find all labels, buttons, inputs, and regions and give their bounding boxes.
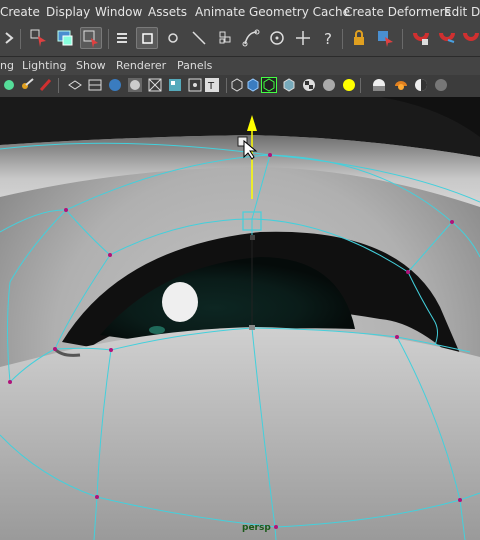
toolbar-separator [58,78,59,93]
lasso-icon[interactable] [2,78,16,92]
panel-menu-panels[interactable]: Panels [177,59,212,72]
text-icon[interactable]: T [205,78,219,92]
lasso-tool-icon[interactable] [54,27,76,49]
panel-menu-show[interactable]: Show [76,59,106,72]
move-arrow-icon[interactable] [2,27,16,49]
sphere-grey-icon[interactable] [322,78,336,92]
svg-text:T: T [207,81,215,92]
menu-assets[interactable]: Assets [148,5,187,19]
xray-icon[interactable] [148,78,162,92]
shading-icon[interactable] [68,78,82,92]
smooth-shade-icon[interactable] [108,78,122,92]
main-menu-bar: Create Display Window Assets Animate Geo… [0,0,480,25]
sphere-icon[interactable] [162,27,184,49]
target-icon[interactable] [266,27,288,49]
menu-create-deformers[interactable]: Create Deformers [344,5,451,19]
camera-label: persp [242,523,271,533]
magnet-red-icon[interactable] [410,27,432,49]
menu-create[interactable]: Create [0,5,40,19]
toolbar-separator [226,78,227,93]
panel-menu-shading[interactable]: ng [0,59,14,72]
viewport-toolbar: T [0,75,480,98]
panel-menu-renderer[interactable]: Renderer [116,59,166,72]
help-icon[interactable]: ? [318,27,340,49]
eye-highlight-small [149,326,165,334]
toolbar-separator [108,29,109,49]
snap-select-icon[interactable] [374,27,396,49]
line-tool-icon[interactable] [188,27,210,49]
panel-menu-bar: ng Lighting Show Renderer Panels [0,57,480,75]
menu-animate[interactable]: Animate [195,5,245,19]
menu-edit-deformers[interactable]: Edit Def [444,5,480,19]
select-tool-icon[interactable] [28,27,50,49]
svg-text:?: ? [324,30,332,48]
menu-geometry-cache[interactable]: Geometry Cache [249,5,350,19]
sphere-shaded-icon[interactable] [434,78,448,92]
toolbar-separator [360,78,361,93]
toolbar-separator [20,29,21,49]
menu-window[interactable]: Window [95,5,142,19]
lock-icon[interactable] [348,27,370,49]
align-icon[interactable] [113,27,131,49]
toolbar-separator [402,29,403,49]
curve-tool-icon[interactable] [240,27,262,49]
cube-solid-icon[interactable] [246,78,260,92]
wireframe-icon[interactable] [88,78,102,92]
lattice-icon[interactable] [214,27,236,49]
toolbar-separator [342,29,343,49]
light-yellow-icon[interactable] [342,78,356,92]
magnet-blue-icon[interactable] [436,27,458,49]
panel-menu-lighting[interactable]: Lighting [22,59,66,72]
paint-icon[interactable] [20,78,34,92]
plus-icon[interactable] [292,27,314,49]
light-grey-icon[interactable] [372,78,386,92]
manip-handle[interactable] [250,235,255,240]
texture-icon[interactable] [168,78,182,92]
select-box-icon[interactable] [136,27,158,49]
status-toolbar: ? [0,24,480,57]
flat-shade-icon[interactable] [128,78,142,92]
frame-select-icon[interactable] [261,77,277,93]
eye-model-render [0,97,480,540]
cube-outline-icon[interactable] [282,78,296,92]
viewport-perspective[interactable]: persp [0,97,480,540]
manip-base [249,325,255,330]
cube-wire-icon[interactable] [230,78,244,92]
isolate-icon[interactable] [188,78,202,92]
light-orange-icon[interactable] [394,78,408,92]
magnet-green-icon[interactable] [460,27,480,49]
eye-highlight-large [162,282,198,322]
menu-display[interactable]: Display [46,5,90,19]
checker-icon[interactable] [302,78,316,92]
brush-icon[interactable] [38,78,52,92]
paint-select-icon[interactable] [80,27,102,49]
half-sphere-icon[interactable] [414,78,428,92]
